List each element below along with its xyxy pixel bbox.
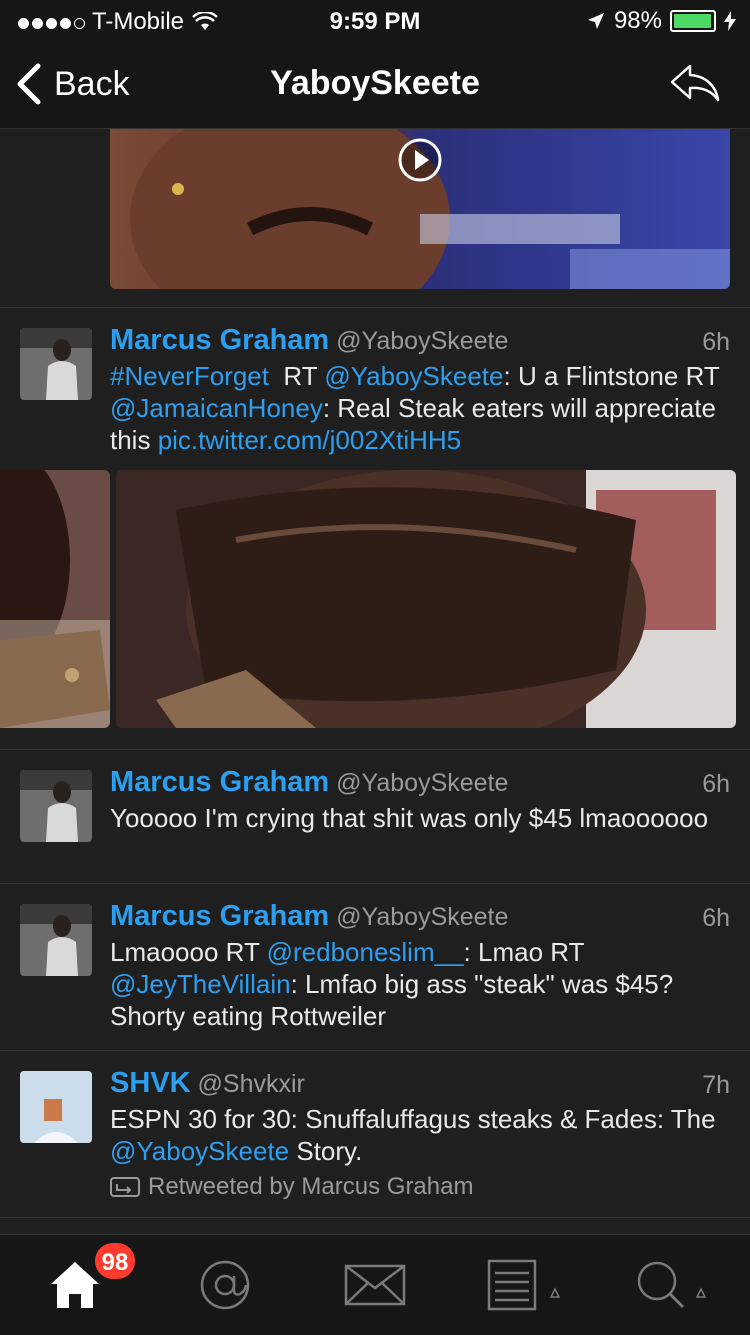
reply-button[interactable] [668,62,722,109]
tweet-partial-video[interactable] [0,129,750,307]
tab-lists[interactable] [450,1235,600,1335]
media-link[interactable]: pic.twitter.com/j002XtiHH5 [158,425,461,455]
play-icon[interactable] [397,137,443,183]
tweet[interactable]: Marcus Graham @YaboySkeete 6h Lmaoooo RT… [0,884,750,1050]
tweet-header: Marcus Graham @YaboySkeete 6h [110,900,730,936]
tweet[interactable]: Marcus Graham @YaboySkeete 6h Yooooo I'm… [0,750,750,883]
avatar[interactable] [20,904,92,976]
reply-arrow-icon [670,64,720,102]
avatar[interactable] [20,328,92,400]
author-handle: @YaboySkeete [336,327,509,355]
location-arrow-icon [587,13,604,29]
retweet-icon [110,1177,140,1197]
mention-link[interactable]: @YaboySkeete [110,1136,289,1166]
battery-icon [670,10,716,32]
retweeted-by-label: Retweeted by Marcus Graham [148,1173,474,1200]
tweet-text: Lmaoooo RT @redboneslim__: Lmao RT @JeyT… [110,937,674,1031]
tweet-text: #NeverForget RT @YaboySkeete: U a Flints… [110,361,720,455]
mention-link[interactable]: @YaboySkeete [324,361,503,391]
tweet[interactable]: SHVK @Shvkxir 7h ESPN 30 for 30: Snuffal… [0,1051,750,1217]
tab-home[interactable]: 98 [0,1235,150,1335]
tweet-text: ESPN 30 for 30: Snuffaluffagus steaks & … [110,1104,716,1166]
battery-percent: 98% [613,7,662,34]
tweet-text: Yooooo I'm crying that shit was only $45… [110,803,709,833]
tweet-time: 6h [702,904,730,932]
author-name[interactable]: Marcus Graham [110,766,329,798]
photo-steak[interactable] [116,470,736,728]
mention-link[interactable]: @redboneslim__ [267,937,464,967]
tab-search[interactable] [600,1235,750,1335]
mention-link[interactable]: @JeyTheVillain [110,969,291,999]
at-sign-icon [200,1260,250,1310]
navigation-bar: Back YaboySkeete [0,40,750,129]
author-handle: @YaboySkeete [336,903,509,931]
photo-left[interactable] [0,470,110,728]
mention-link[interactable]: @JamaicanHoney [110,393,323,423]
tweet-time: 6h [702,328,730,356]
charging-bolt-icon [724,11,736,31]
divider [0,1217,750,1218]
tweet-time: 6h [702,770,730,798]
author-handle: @YaboySkeete [336,769,509,797]
notification-badge: 98 [93,1241,137,1281]
tweet[interactable]: Marcus Graham @YaboySkeete 6h #NeverForg… [0,308,750,749]
avatar[interactable] [20,1071,92,1143]
status-bar: T-Mobile 9:59 PM 98% [0,0,750,40]
author-name[interactable]: Marcus Graham [110,324,329,356]
tweet-header: SHVK @Shvkxir 7h [110,1067,730,1103]
list-icon [487,1259,561,1311]
envelope-icon [344,1264,406,1306]
author-name[interactable]: Marcus Graham [110,900,329,932]
author-handle: @Shvkxir [197,1070,305,1098]
tab-mentions[interactable] [150,1235,300,1335]
video-thumbnail[interactable] [110,129,730,289]
retweeted-by: Retweeted by Marcus Graham [110,1173,730,1201]
tab-messages[interactable] [300,1235,450,1335]
author-name[interactable]: SHVK [110,1067,191,1099]
page-title: YaboySkeete [270,64,480,102]
tweet-header: Marcus Graham @YaboySkeete 6h [110,766,730,802]
hashtag-link[interactable]: #NeverForget [110,361,269,391]
avatar[interactable] [20,770,92,842]
tweet-header: Marcus Graham @YaboySkeete 6h [110,324,730,360]
timeline[interactable]: Marcus Graham @YaboySkeete 6h #NeverForg… [0,129,750,1234]
search-icon [637,1261,707,1309]
tab-bar: 98 [0,1234,750,1335]
tweet-time: 7h [702,1071,730,1099]
